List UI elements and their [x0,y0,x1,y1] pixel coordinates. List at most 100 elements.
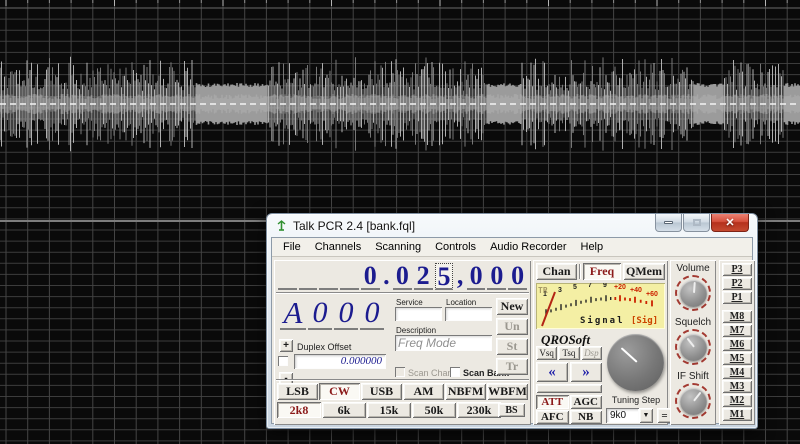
divider [276,379,529,381]
dsp-button: Dsp [580,346,602,360]
channel-digit[interactable]: 0 [308,298,332,330]
svg-text:7: 7 [588,283,592,289]
service-input[interactable] [395,307,442,321]
freq-digit-cell[interactable] [319,263,339,290]
p1-button[interactable]: P1 [722,291,752,304]
description-input[interactable] [395,335,492,351]
m7-button[interactable]: M7 [722,324,752,337]
minimize-button[interactable] [655,214,682,232]
toggle-row-1: ATT AGC [536,395,602,409]
knob-panel: Volume Squelch IF Shift [670,260,716,425]
duplex-checkbox[interactable] [278,356,288,366]
title-bar[interactable]: Talk PCR 2.4 [bank.fql] ✕ [267,214,757,237]
vsq-button[interactable]: Vsq [536,346,558,360]
blank-button[interactable] [536,384,602,393]
mode-button[interactable]: AM [403,383,444,400]
freq-digit-cell[interactable]: 0 [360,263,380,290]
new-channel-button[interactable]: New [496,298,528,315]
service-label: Service [396,298,423,307]
step-up-button[interactable]: » [570,362,602,382]
scan-bank-checkbox[interactable] [450,367,460,377]
p2-button[interactable]: P2 [722,277,752,290]
window-title: Talk PCR 2.4 [bank.fql] [293,218,416,233]
nb-button[interactable]: NB [569,410,602,424]
app-window: Talk PCR 2.4 [bank.fql] ✕ File Channels … [266,213,758,429]
if-shift-knob-indicator [693,391,702,402]
meter-signal-label: Signal [580,316,625,326]
freq-digit-cell[interactable]: 2 [413,263,433,290]
freq-digit-cell[interactable] [340,263,359,290]
m5-button[interactable]: M5 [722,352,752,365]
filter-button[interactable]: 230k [457,402,501,418]
freq-digit-cell[interactable]: 0 [393,263,412,290]
mode-button[interactable]: NBFM [445,383,486,400]
freq-digit-cell[interactable]: 0 [487,263,507,290]
channel-digit[interactable]: 0 [334,298,358,330]
squelch-knob-indicator [686,337,695,348]
m4-button[interactable]: M4 [722,366,752,379]
step-down-button[interactable]: « [536,362,568,382]
svg-text:9: 9 [603,283,607,289]
tuning-step-value[interactable]: 9k0 [606,408,639,423]
menu-file[interactable]: File [276,239,308,255]
menu-help[interactable]: Help [574,239,611,255]
tuning-step-dropdown-icon[interactable]: ▼ [639,408,653,423]
close-button[interactable]: ✕ [711,214,749,232]
m2-button[interactable]: M2 [722,394,752,407]
filter-button[interactable]: 2k8 [277,402,321,418]
tab-freq[interactable]: Freq [583,263,621,280]
volume-knob[interactable] [675,275,711,311]
meter-tr-label: TR [538,286,548,295]
tab-qmem[interactable]: QMem [623,263,665,280]
if-shift-knob[interactable] [675,383,711,419]
duplex-offset-value[interactable]: 0.000000 [294,354,386,369]
m1-button[interactable]: M1 [722,408,752,421]
svg-text:+20: +20 [614,284,626,291]
menu-scanning[interactable]: Scanning [368,239,428,255]
un-button: Un [496,318,528,335]
toggle-row-2: AFC NB [536,410,602,424]
filter-button[interactable]: 15k [367,402,411,418]
afc-button[interactable]: AFC [536,410,569,424]
p3-button[interactable]: P3 [722,263,752,276]
volume-knob-indicator [693,281,696,293]
tab-chan[interactable]: Chan [536,263,577,280]
maximize-button [683,214,710,232]
duplex-plus-button[interactable]: + [279,339,293,352]
channel-digit[interactable]: 0 [360,298,384,330]
svg-text:+60: +60 [646,291,658,298]
menu-channels[interactable]: Channels [308,239,368,255]
menu-controls[interactable]: Controls [428,239,483,255]
tuning-knob[interactable] [607,334,664,391]
freq-digit-cell[interactable]: 0 [466,263,486,290]
location-label: Location [446,298,477,307]
bank-letter[interactable]: A [280,297,306,330]
m6-button[interactable]: M6 [722,338,752,351]
freq-comma: , [456,261,464,290]
menu-audio-recorder[interactable]: Audio Recorder [483,239,573,255]
squelch-knob[interactable] [675,329,711,365]
agc-button[interactable]: AGC [569,395,602,409]
memory-panel: P3 P2 P1 M8 M7 M6 M5 M4 M3 M2 M1 [719,260,755,425]
mode-button[interactable]: CW [319,383,360,400]
m3-button[interactable]: M3 [722,380,752,393]
freq-digit-cell[interactable]: 5 [434,263,454,290]
location-input[interactable] [445,307,492,321]
mode-button[interactable]: LSB [277,383,318,400]
freq-digit-cell[interactable] [278,263,297,290]
filter-button[interactable]: 50k [412,402,456,418]
m8-button[interactable]: M8 [722,310,752,323]
mode-button[interactable]: WBFM [487,383,528,400]
mode-button[interactable]: USB [361,383,402,400]
squelch-knob-cap [679,333,707,361]
dsp-button-row: Vsq Tsq Dsp [536,346,602,360]
filter-button[interactable]: 6k [322,402,366,418]
att-button[interactable]: ATT [536,395,569,409]
scan-chan-checkbox [395,367,405,377]
bs-button[interactable]: BS [498,403,525,417]
desktop: Talk PCR 2.4 [bank.fql] ✕ File Channels … [0,0,800,444]
tsq-button[interactable]: Tsq [558,346,580,360]
app-icon [277,220,286,231]
freq-digit-cell[interactable]: 0 [508,263,527,290]
freq-digit-cell[interactable] [298,263,318,290]
